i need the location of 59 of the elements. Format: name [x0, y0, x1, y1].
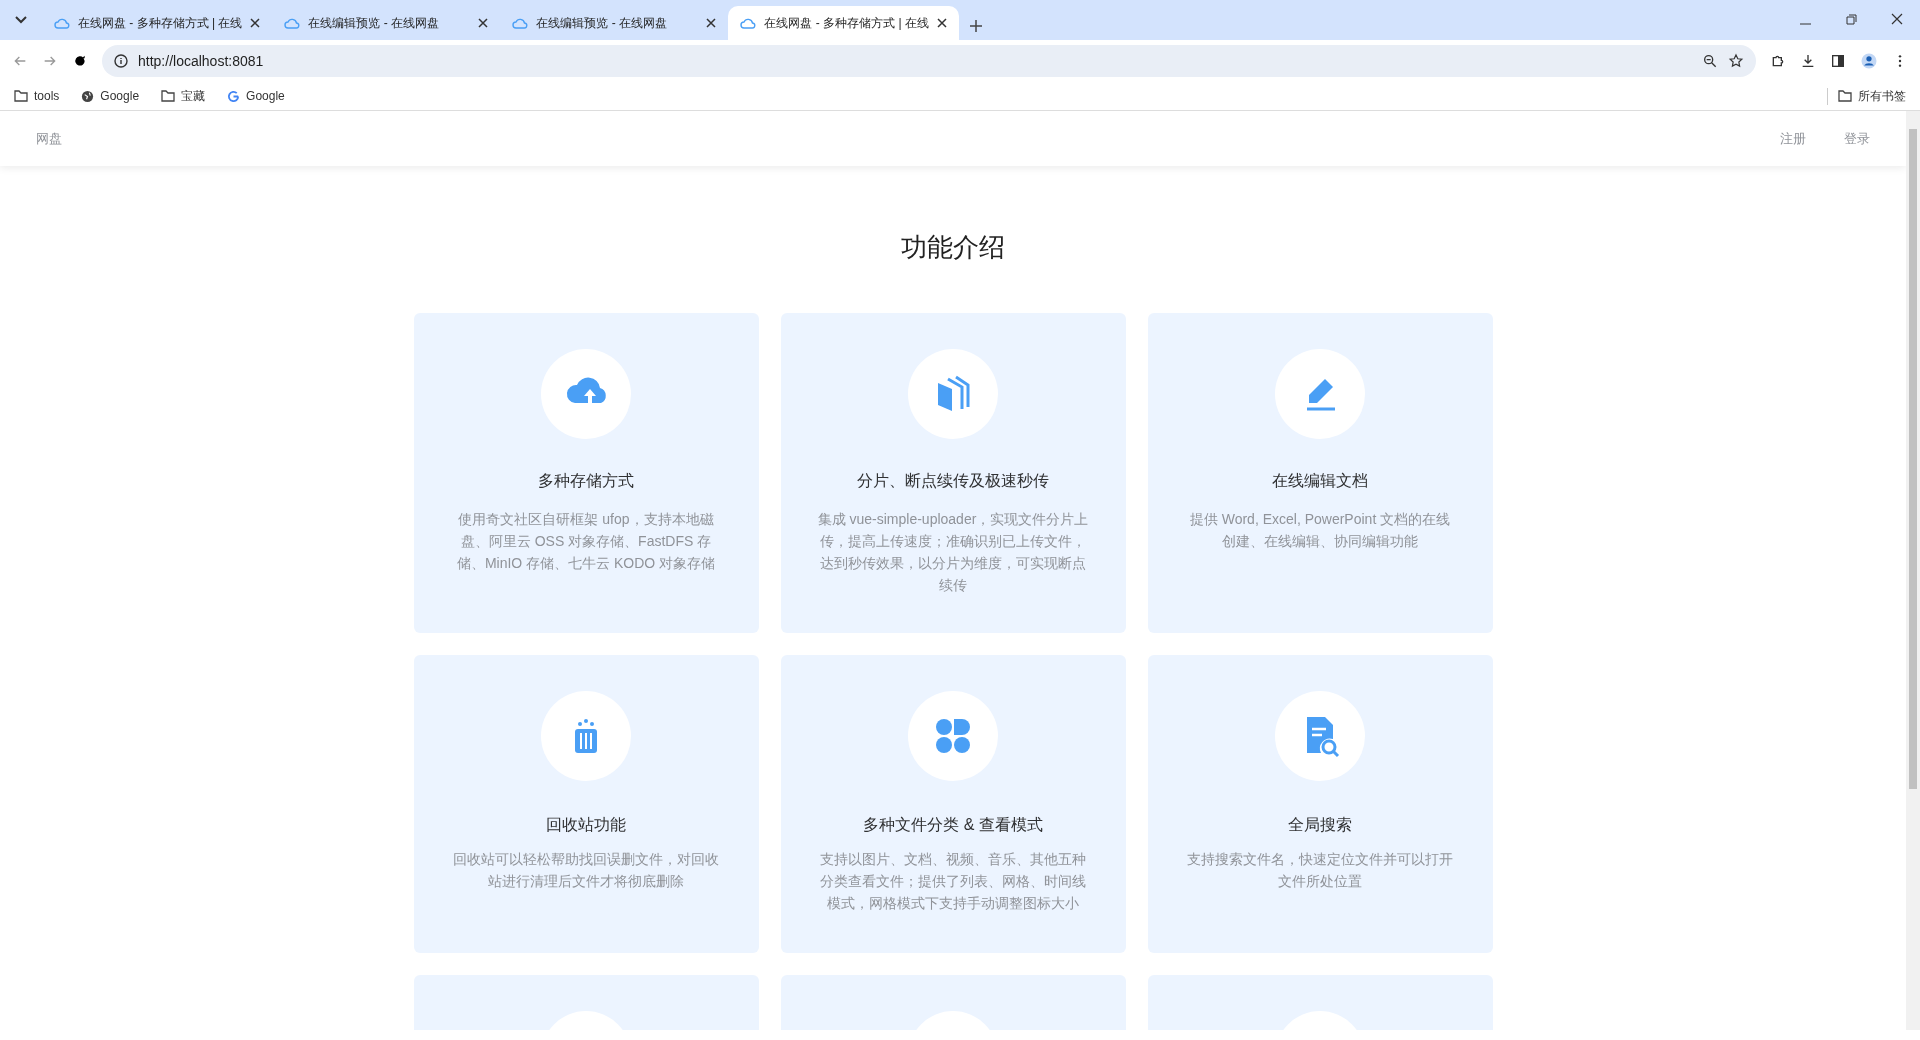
cloud-icon [740, 17, 757, 29]
bookmark-label[interactable]: tools [34, 89, 60, 103]
folder-icon [14, 90, 28, 102]
feature-title: 全局搜索 [1288, 815, 1352, 835]
close-icon[interactable] [1891, 13, 1903, 25]
close-icon[interactable] [936, 18, 947, 28]
tab-title: 在线编辑预览 - 在线网盘 [308, 14, 441, 32]
bookmark-label[interactable]: 所有书签 [1858, 87, 1906, 105]
bookmark[interactable]: Google [81, 89, 140, 103]
tab-title: 在线网盘 - 多种存储方式 | 在线 [78, 14, 243, 32]
all-bookmarks-button[interactable]: 所有书签 [1827, 87, 1906, 105]
address-bar[interactable]: http://localhost:8081 [102, 45, 1756, 77]
bookmark-label[interactable]: Google [246, 89, 285, 103]
tab-title: 在线编辑预览 - 在线网盘 [536, 14, 669, 32]
browser-tab[interactable]: 在线网盘 - 多种存储方式 | 在线 [42, 6, 273, 40]
info-icon [114, 54, 128, 68]
feature-description: 使用奇文社区自研框架 ufop，支持本地磁盘、阿里云 OSS 对象存储、FastDFS 存储、MinIO 存储、七牛云 KODO 对象存储 [455, 510, 717, 573]
browser-tab[interactable]: 在线编辑预览 - 在线网盘 [500, 6, 729, 40]
download-icon[interactable] [1800, 53, 1816, 69]
bookmark[interactable]: 宝藏 [161, 87, 206, 105]
side-panel-icon[interactable] [1830, 53, 1846, 69]
folder-icon [1838, 90, 1852, 102]
feature-description: 提供 Word, Excel, PowerPoint 文档的在线创建、在线编辑、协同编辑功能 [1188, 510, 1452, 551]
folder-icon [161, 90, 176, 102]
cloud-icon [54, 17, 70, 29]
close-icon[interactable] [706, 18, 717, 28]
scrollbar[interactable] [1906, 111, 1920, 1030]
feature-title: 多种文件分类 & 查看模式 [863, 815, 1043, 835]
feature-title: 多种存储方式 [538, 471, 634, 491]
feature-description: 回收站可以轻松帮助找回误删文件，对回收站进行清理后文件才将彻底删除 [452, 850, 720, 891]
globe-icon [81, 89, 95, 103]
feature-description: 支持以图片、文档、视频、音乐、其他五种分类查看文件；提供了列表、网格、时间线模式，网格模式下支持手动调整图标大小 [819, 850, 1087, 913]
tab-list-icon[interactable] [15, 16, 27, 24]
bookmark-label[interactable]: Google [100, 89, 140, 103]
feature-title: 在线编辑文档 [1272, 471, 1368, 491]
profile-icon[interactable] [1860, 52, 1878, 70]
cloud-icon [512, 17, 529, 29]
cloud-icon [284, 17, 301, 29]
restore-icon[interactable] [1845, 14, 1857, 25]
google-icon [227, 89, 241, 103]
new-tab-icon[interactable] [968, 19, 983, 33]
minimize-icon[interactable] [1799, 23, 1811, 25]
extensions-icon[interactable] [1770, 53, 1786, 69]
star-icon[interactable] [1728, 53, 1744, 69]
url-text: http://localhost:8081 [138, 53, 264, 69]
tab-title: 在线网盘 - 多种存储方式 | 在线 [764, 14, 929, 32]
feature-title: 回收站功能 [546, 815, 626, 835]
zoom-icon[interactable] [1702, 53, 1718, 69]
section-title: 功能介绍 [900, 231, 1006, 264]
bookmark[interactable]: tools [14, 89, 60, 103]
bookmark[interactable]: Google [227, 89, 285, 103]
feature-description: 集成 vue-simple-uploader，实现文件分片上传，提高上传速度；准确识别已上传文件，达到秒传效果，以分片为维度，可实现断点续传 [816, 510, 1090, 595]
bookmark-label[interactable]: 宝藏 [181, 87, 206, 105]
browser-tab[interactable]: 在线网盘 - 多种存储方式 | 在线 [728, 6, 959, 40]
close-icon[interactable] [478, 18, 489, 28]
close-icon[interactable] [250, 18, 261, 28]
browser-tab[interactable]: 在线编辑预览 - 在线网盘 [272, 6, 501, 40]
feature-title: 分片、断点续传及极速秒传 [857, 471, 1049, 491]
feature-description: 支持搜索文件名，快速定位文件并可以打开文件所处位置 [1186, 850, 1454, 891]
